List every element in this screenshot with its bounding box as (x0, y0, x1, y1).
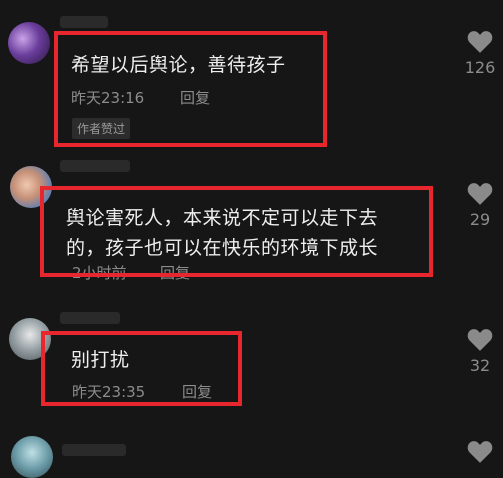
heart-icon (467, 329, 493, 351)
username-redacted[interactable] (60, 312, 120, 324)
like-button[interactable] (450, 440, 503, 464)
highlight-box (40, 186, 433, 277)
heart-icon (467, 31, 493, 53)
avatar[interactable] (11, 436, 53, 478)
like-button[interactable]: 29 (450, 182, 503, 229)
like-button[interactable]: 126 (450, 30, 503, 77)
username-redacted[interactable] (62, 444, 126, 456)
heart-icon (467, 183, 493, 205)
like-count: 126 (464, 58, 496, 77)
username-redacted[interactable] (60, 160, 130, 172)
heart-icon (467, 441, 493, 463)
like-count: 29 (469, 210, 491, 229)
highlight-box (41, 331, 242, 406)
highlight-box (54, 31, 327, 147)
avatar[interactable] (8, 22, 50, 64)
like-button[interactable]: 32 (450, 328, 503, 375)
like-count: 32 (469, 356, 491, 375)
username-redacted[interactable] (60, 16, 108, 28)
